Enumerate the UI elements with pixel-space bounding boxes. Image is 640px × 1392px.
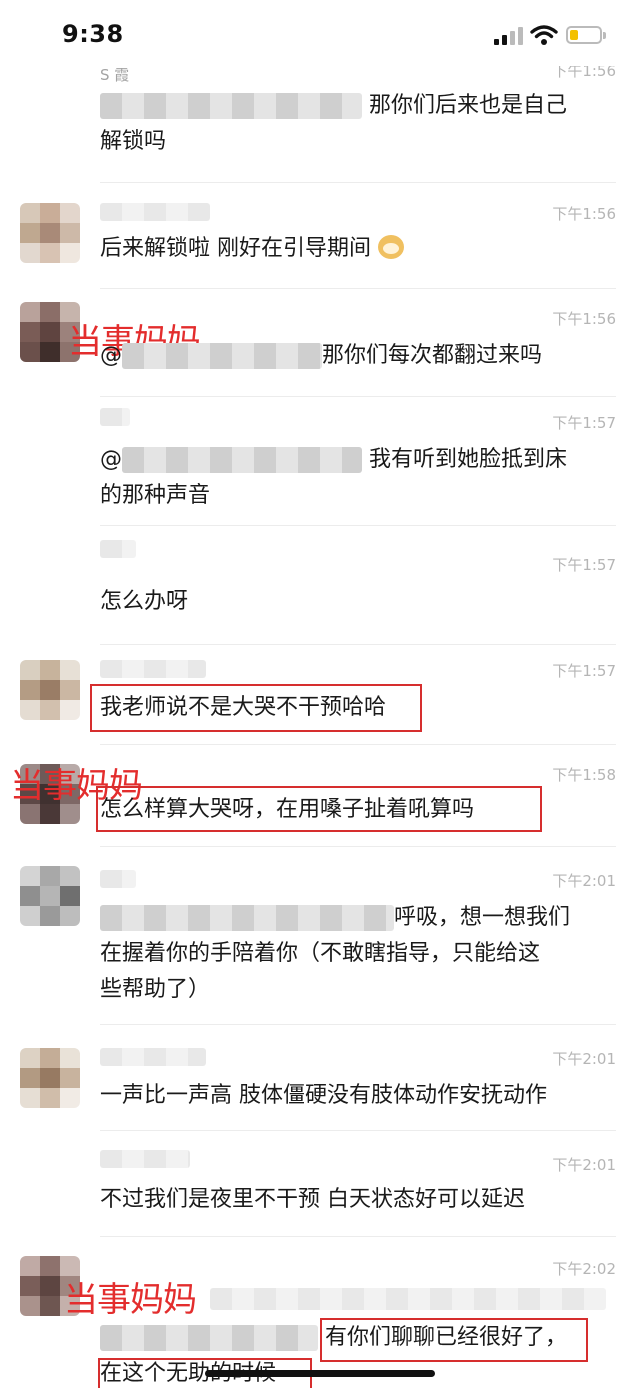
message-time: 下午1:56 [552, 310, 616, 328]
message-time: 下午1:58 [552, 766, 616, 784]
annotation-label: 当事妈妈 [64, 1280, 197, 1320]
message-time: 下午2:01 [552, 1050, 616, 1068]
divider [100, 846, 616, 847]
sender-name [100, 408, 130, 426]
divider [100, 1236, 616, 1237]
message-time: 下午1:57 [552, 556, 616, 574]
divider [100, 288, 616, 289]
message-text: 后来解锁啦 刚好在引导期间 [100, 231, 620, 267]
sender-name: S 霞 [100, 66, 130, 84]
highlight-box [90, 684, 422, 732]
chat-message[interactable]: 当事妈妈 下午2:02 有你们聊聊已经很好了， 在这个无助的时候 [0, 1238, 640, 1388]
message-time: 下午1:57 [552, 414, 616, 432]
redacted-text [100, 905, 394, 931]
chat-message[interactable]: 当事妈妈 下午1:58 怎么样算大哭呀，在用嗓子扯着吼算吗 [0, 746, 640, 848]
chat-message[interactable]: 下午2:01 不过我们是夜里不干预 白天状态好可以延迟 [0, 1132, 640, 1238]
home-indicator[interactable] [205, 1370, 435, 1377]
sender-name [100, 540, 136, 558]
message-time: 下午2:01 [552, 872, 616, 890]
divider [100, 396, 616, 397]
chat-message[interactable]: 下午2:01 呼吸，想一想我们 在握着你的手陪着你（不敢瞎指导，只能给这 些帮助… [0, 848, 640, 1026]
avatar[interactable] [20, 660, 80, 720]
message-time: 下午1:56 [552, 205, 616, 223]
chat-message[interactable]: 当事妈妈 下午1:56 @ 那你们每次都翻过来吗 [0, 290, 640, 398]
message-line: 那你们后来也是自己 [369, 93, 568, 118]
sender-name [100, 870, 136, 888]
avatar[interactable] [20, 1048, 80, 1108]
divider [100, 1024, 616, 1025]
highlight-box [320, 1318, 588, 1362]
chat-message[interactable]: 下午1:57 @ 我有听到她脸抵到床 的那种声音 [0, 398, 640, 528]
redacted-mention [122, 343, 322, 369]
sender-name [100, 203, 210, 221]
sender-name [100, 660, 206, 678]
divider [100, 182, 616, 183]
redacted-mention [122, 447, 362, 473]
chat-message[interactable]: S 霞 下午1:56 那你们后来也是自己 解锁吗 [0, 0, 640, 185]
avatar[interactable] [20, 203, 80, 263]
highlight-box [96, 786, 542, 832]
chat-message[interactable]: 下午2:01 一声比一声高 肢体僵硬没有肢体动作安抚动作 [0, 1026, 640, 1132]
divider [100, 1130, 616, 1131]
divider [100, 744, 616, 745]
avatar[interactable] [20, 866, 80, 926]
message-time: 下午2:01 [552, 1156, 616, 1174]
chat-message[interactable]: 下午1:57 怎么办呀 [0, 528, 640, 646]
message-text: 不过我们是夜里不干预 白天状态好可以延迟 [100, 1187, 525, 1212]
message-line: 解锁吗 [100, 129, 167, 154]
message-text: @ 那你们每次都翻过来吗 [100, 343, 543, 369]
message-text: 那你们后来也是自己 解锁吗 [100, 88, 620, 160]
message-time: 下午1:56 [552, 62, 616, 80]
chat-message[interactable]: 下午1:56 后来解锁啦 刚好在引导期间 [0, 185, 640, 290]
chat-message[interactable]: 下午1:57 我老师说不是大哭不干预哈哈 [0, 646, 640, 746]
redacted-text [100, 1325, 318, 1351]
sender-name [100, 1048, 206, 1066]
divider [100, 525, 616, 526]
message-text: 怎么办呀 [100, 589, 189, 614]
message-text: 一声比一声高 肢体僵硬没有肢体动作安抚动作 [100, 1083, 547, 1108]
redacted-text [210, 1288, 606, 1310]
message-time: 下午2:02 [552, 1260, 616, 1278]
doge-emoji-icon [378, 235, 404, 259]
message-text: @ 我有听到她脸抵到床 的那种声音 [100, 447, 568, 508]
divider [100, 644, 616, 645]
sender-name [100, 1150, 190, 1168]
message-text: 呼吸，想一想我们 在握着你的手陪着你（不敢瞎指导，只能给这 些帮助了） [100, 905, 571, 1002]
message-time: 下午1:57 [552, 662, 616, 680]
redacted-mention [100, 93, 362, 119]
